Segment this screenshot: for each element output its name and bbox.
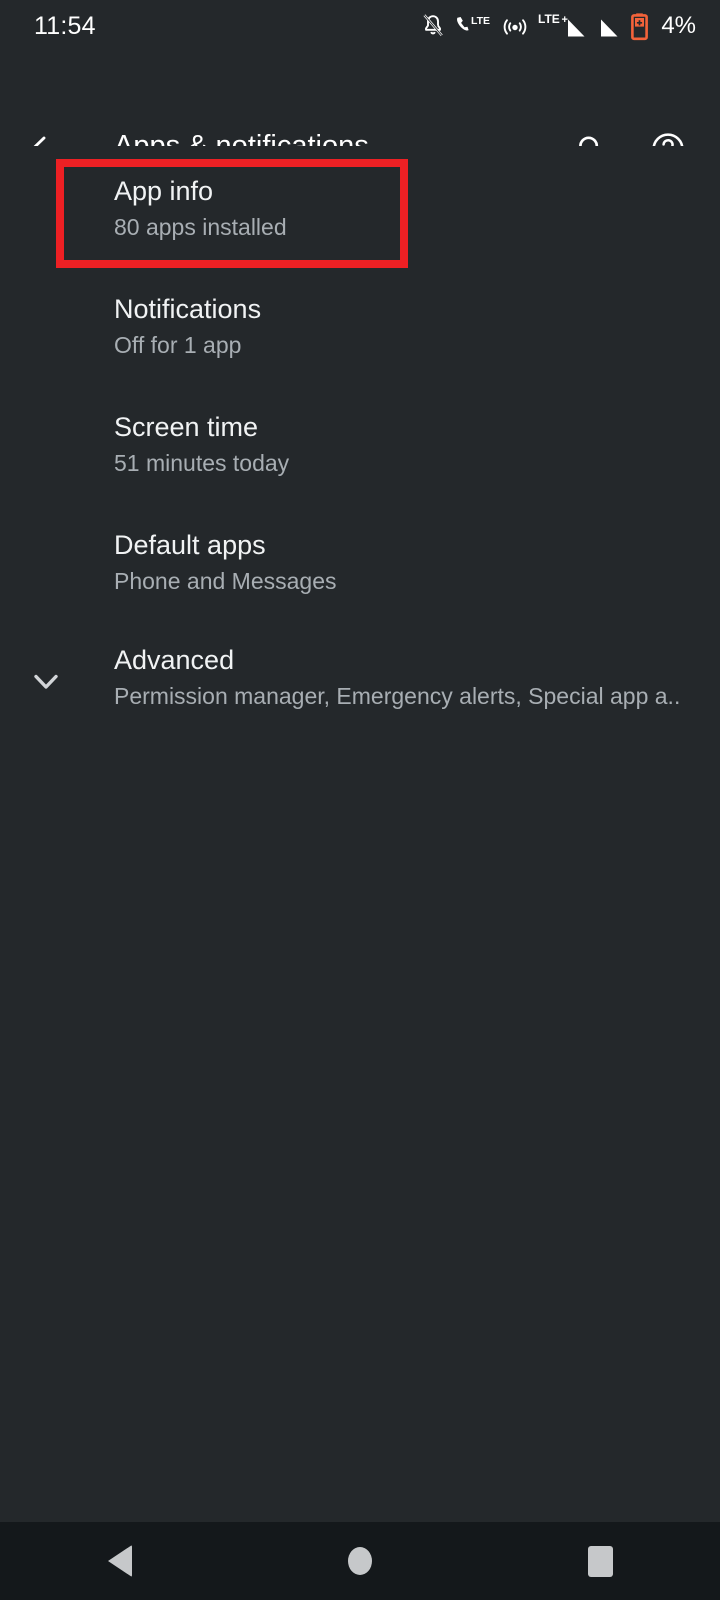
nav-back-button[interactable] [0, 1522, 240, 1600]
nav-home-circle-icon [348, 1547, 372, 1575]
nav-recents-button[interactable] [480, 1522, 720, 1600]
svg-text:LTE: LTE [538, 12, 560, 26]
list-item-app-info[interactable]: App info 80 apps installed [0, 174, 720, 242]
battery-charging-icon [630, 11, 649, 41]
list-item-subtitle: Phone and Messages [114, 568, 337, 594]
list-item-subtitle: 80 apps installed [114, 214, 287, 240]
app-bar: Apps & notifications [0, 52, 720, 198]
list-item-subtitle: Off for 1 app [114, 332, 242, 358]
android-settings-screen: 11:54 LTE LTE + 4% App info 80 apps inst… [0, 0, 720, 1600]
nav-recents-square-icon [587, 1545, 613, 1577]
chevron-down-icon[interactable] [26, 661, 66, 701]
signal-bars-icon [599, 11, 621, 41]
list-item-notifications[interactable]: Notifications Off for 1 app [0, 292, 720, 360]
list-item-advanced[interactable]: Advanced Permission manager, Emergency a… [0, 643, 720, 711]
hotspot-icon [501, 13, 529, 39]
settings-list: App info 80 apps installed Notifications… [0, 146, 720, 1522]
svg-text:LTE: LTE [471, 15, 490, 27]
list-item-subtitle: Permission manager, Emergency alerts, Sp… [114, 683, 681, 709]
list-item-title: Screen time [114, 412, 259, 442]
nav-back-triangle-icon [108, 1545, 132, 1577]
list-item-title: App info [114, 176, 214, 206]
navigation-bar [0, 1522, 720, 1600]
svg-text:+: + [562, 14, 568, 26]
list-item-screen-time[interactable]: Screen time 51 minutes today [0, 410, 720, 478]
notifications-off-icon [421, 13, 445, 39]
status-bar: 11:54 LTE LTE + 4% [0, 0, 720, 52]
list-item-subtitle: 51 minutes today [114, 450, 290, 476]
status-bar-clock: 11:54 [34, 11, 96, 40]
list-item-title: Notifications [114, 294, 262, 324]
nav-home-button[interactable] [240, 1522, 480, 1600]
lte-plus-signal-icon: LTE + [538, 11, 590, 41]
list-item-title: Default apps [114, 530, 266, 560]
list-item-title: Advanced [114, 645, 235, 675]
status-bar-icons: LTE LTE + 4% [421, 11, 696, 41]
list-item-default-apps[interactable]: Default apps Phone and Messages [0, 528, 720, 596]
volte-icon: LTE [454, 13, 492, 39]
battery-percent-label: 4% [661, 12, 696, 39]
